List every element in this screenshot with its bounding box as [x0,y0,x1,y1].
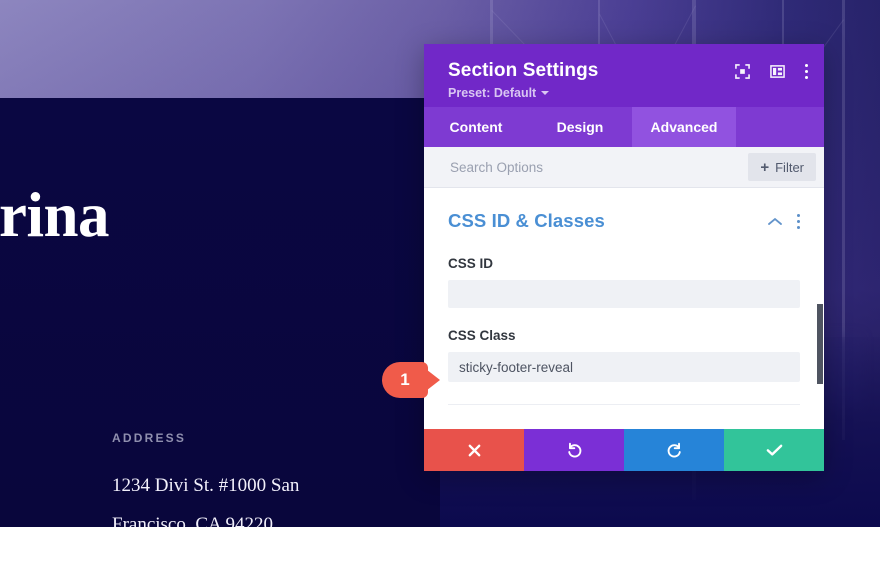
save-button[interactable] [724,429,824,471]
redo-button[interactable] [624,429,724,471]
address-line-2: Francisco, CA 94220. [112,514,278,527]
css-group-kebab-menu-icon[interactable] [797,213,800,229]
address-label: ADDRESS [112,431,187,445]
css-id-input[interactable] [448,280,800,308]
css-id-field-group: CSS ID [448,256,800,308]
filter-button-label: Filter [775,159,804,175]
css-group-header: CSS ID & Classes [448,188,800,236]
modal-header: Section Settings Preset: Default [424,44,824,107]
cancel-button[interactable] [424,429,524,471]
address-line-1: 1234 Divi St. #1000 San [112,475,300,496]
css-group-actions [768,213,800,229]
close-x-icon [468,444,480,456]
dark-content-section: arina ADDRESS 1234 Divi St. #1000 San Fr… [0,98,440,527]
search-bar: + Filter [424,147,824,188]
filter-button[interactable]: + Filter [748,153,816,181]
modal-scrollbar-thumb[interactable] [817,304,823,384]
css-id-label: CSS ID [448,256,494,271]
modal-body: CSS ID & Classes CSS ID CSS Class sticky… [424,188,824,429]
chevron-up-icon[interactable] [768,217,782,226]
css-class-field-group: CSS Class [448,328,800,382]
step-marker-number: 1 [400,370,410,389]
undo-button[interactable] [524,429,624,471]
css-group-title: CSS ID & Classes [448,210,605,231]
preset-selector[interactable]: Preset: Default [448,86,550,100]
checkmark-icon [766,444,782,456]
tab-filler [736,107,824,147]
plus-icon: + [760,158,770,176]
layout-panel-icon[interactable] [770,64,785,79]
tab-design[interactable]: Design [528,107,632,147]
preset-label: Preset: Default [448,86,537,100]
redo-arrow-icon [667,442,681,457]
kebab-menu-icon[interactable] [805,64,808,79]
undo-arrow-icon [567,442,581,457]
screenshot-root: arina ADDRESS 1234 Divi St. #1000 San Fr… [0,0,880,585]
css-class-input[interactable] [448,352,800,382]
address-text: 1234 Divi St. #1000 San Francisco, CA 94… [112,466,342,527]
modal-tabs: Content Design Advanced [424,107,824,147]
page-bottom-strip [0,527,880,585]
step-marker-1: 1 [382,362,444,398]
modal-header-actions [735,64,808,79]
search-input[interactable] [448,158,749,176]
css-class-label: CSS Class [448,328,516,343]
tab-advanced[interactable]: Advanced [632,107,736,147]
tab-content[interactable]: Content [424,107,528,147]
field-divider [448,404,800,405]
section-settings-modal: Section Settings Preset: Default Content… [424,44,824,471]
page-headline: arina [0,180,110,250]
modal-footer [424,429,824,471]
focus-frame-icon[interactable] [735,64,750,79]
chevron-down-icon [541,91,550,95]
